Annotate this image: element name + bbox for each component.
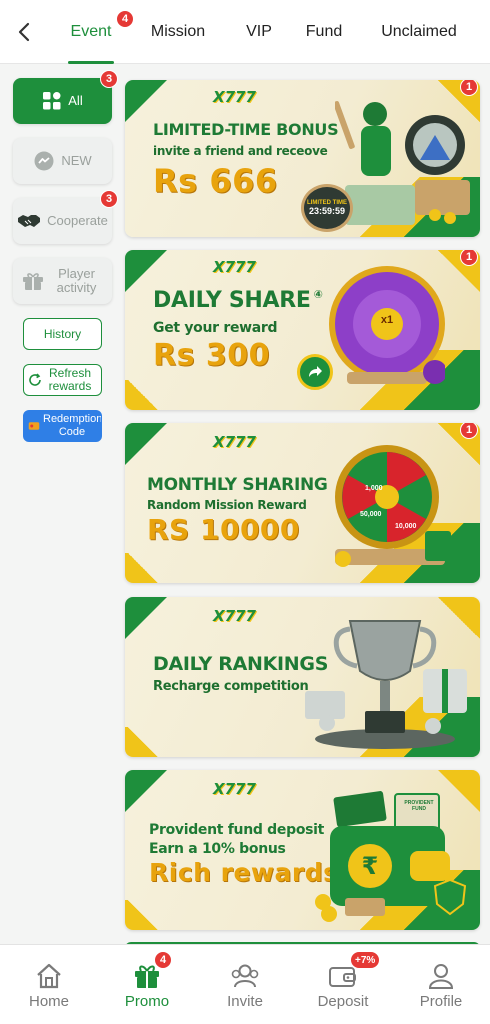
back-button[interactable]: [10, 18, 38, 46]
wheel-label: 1,000: [365, 485, 383, 492]
bottom-nav-deposit[interactable]: Deposit +7%: [294, 945, 392, 1024]
timer-value: 23:59:59: [308, 206, 346, 216]
category-sidebar: All 3 NEW Cooperate 3 Player activity Hi…: [0, 64, 120, 944]
x777-logo: X777: [213, 780, 256, 798]
share-arrow-icon: [309, 366, 322, 377]
banner-title: DAILY SHARE ④: [153, 288, 323, 313]
tab-vip-label: VIP: [246, 23, 272, 40]
wallet-illustration: ₹: [315, 791, 467, 922]
bottom-nav-home[interactable]: Home: [0, 945, 98, 1024]
bottom-nav-profile[interactable]: Profile: [392, 945, 490, 1024]
x777-logo: X777: [213, 607, 256, 625]
tab-bar: Event 4 Mission VIP Fund Unclaimed: [60, 0, 490, 64]
tab-mission-label: Mission: [150, 23, 206, 40]
bottom-nav-label: Home: [28, 993, 69, 1010]
tab-fund-label: Fund: [305, 23, 343, 40]
countdown-timer: LIMITED TIME 23:59:59: [301, 184, 353, 232]
history-button[interactable]: History: [23, 318, 102, 350]
sidebar-item-label: Cooperate: [47, 213, 108, 228]
redemption-code-button[interactable]: Redemption Code: [23, 410, 102, 442]
banner-title: MONTHLY SHARING: [147, 475, 328, 495]
chat-icon: [34, 151, 54, 171]
promo-banner-daily-share[interactable]: X777 DAILY SHARE ④ Get your reward Rs 300…: [125, 250, 480, 410]
sidebar-item-all[interactable]: All 3: [13, 70, 118, 124]
deposit-badge: +7%: [350, 951, 381, 969]
banner-title: DAILY RANKINGS: [153, 653, 329, 675]
share-arrow-button[interactable]: [297, 354, 333, 390]
banner-amount: Rs 300: [153, 338, 271, 373]
sidebar-item-label: NEW: [61, 153, 92, 168]
bottom-nav-label: Deposit: [317, 993, 369, 1010]
top-nav: Event 4 Mission VIP Fund Unclaimed: [0, 0, 490, 64]
banner-title: LIMITED-TIME BONUS: [153, 120, 339, 139]
bottom-nav: Home Promo 4 Invite Deposit +7% Profile: [0, 944, 490, 1024]
sidebar-cooperate-badge: 3: [100, 190, 118, 208]
ticket-icon: [28, 422, 40, 430]
refresh-icon: [29, 373, 41, 386]
banner-amount: Rs 666: [153, 162, 278, 200]
sidebar-all-badge: 3: [100, 70, 118, 88]
svg-text:₹: ₹: [362, 852, 379, 880]
banner-subtitle: Recharge competition: [153, 679, 309, 694]
banner-title: Provident fund deposit: [149, 822, 325, 838]
redemption-code-label: Redemption Code: [43, 413, 102, 438]
tab-vip[interactable]: VIP: [234, 0, 284, 64]
banner-title-mark: ④: [313, 288, 323, 301]
gift-icon: [22, 273, 43, 290]
bottom-nav-promo[interactable]: Promo 4: [98, 945, 196, 1024]
cricket-player-illustration: [335, 101, 470, 225]
promo-banner-daily-rankings[interactable]: X777 DAILY RANKINGS Recharge competition: [125, 597, 480, 757]
users-icon: [231, 964, 259, 988]
trophy-illustration: [305, 620, 467, 749]
wheel-center-label: x1: [380, 314, 394, 326]
user-icon: [428, 964, 454, 989]
wheel-label: 10,000: [395, 523, 417, 530]
tab-unclaimed[interactable]: Unclaimed: [364, 0, 474, 64]
promo-banner-limited-time-bonus[interactable]: X777 LIMITED-TIME BONUS invite a friend …: [125, 80, 480, 237]
sidebar-item-player-activity[interactable]: Player activity: [13, 258, 112, 304]
x777-logo: X777: [213, 88, 256, 106]
chevron-left-icon: [18, 22, 30, 42]
sidebar-item-label: All: [68, 93, 83, 108]
sidebar-item-new[interactable]: NEW: [13, 138, 112, 184]
banner-subtitle: Earn a 10% bonus: [149, 841, 286, 857]
x777-logo: X777: [213, 258, 256, 276]
banner-amount: Rich rewards: [149, 858, 339, 887]
promo-badge: 4: [154, 951, 172, 969]
prize-wheel-illustration: [329, 266, 445, 384]
sidebar-item-cooperate[interactable]: Cooperate 3: [13, 190, 118, 244]
promo-page: Event 4 Mission VIP Fund Unclaimed All 3…: [0, 0, 490, 1024]
banner-amount: RS 10000: [147, 513, 300, 546]
money-wheel-illustration: [335, 445, 451, 567]
promo-banner-monthly-sharing[interactable]: X777 MONTHLY SHARING Random Mission Rewa…: [125, 423, 480, 583]
grid-icon: [43, 92, 61, 110]
banner-subtitle: Random Mission Reward: [147, 498, 307, 512]
bottom-nav-label: Profile: [419, 993, 463, 1010]
bottom-nav-label: Promo: [124, 993, 170, 1010]
home-icon: [37, 963, 61, 989]
provident-fund-card-label: PROVIDENT FUND: [404, 800, 434, 812]
banner-subtitle: Get your reward: [153, 320, 278, 336]
tab-fund[interactable]: Fund: [284, 0, 364, 64]
tab-unclaimed-label: Unclaimed: [381, 23, 457, 40]
banner-subtitle: invite a friend and receove: [153, 144, 328, 158]
tab-event-label: Event: [70, 23, 112, 40]
banner-title-text: DAILY SHARE: [153, 288, 311, 313]
refresh-rewards-button[interactable]: Refresh rewards: [23, 364, 102, 396]
sidebar-item-label: Player activity: [56, 266, 97, 295]
bottom-nav-invite[interactable]: Invite: [196, 945, 294, 1024]
x777-logo: X777: [213, 433, 256, 451]
tab-mission[interactable]: Mission: [122, 0, 234, 64]
wheel-label: 50,000: [360, 511, 382, 518]
tab-event[interactable]: Event 4: [60, 0, 134, 64]
promo-banner-provident-fund[interactable]: X777 Provident fund deposit Earn a 10% b…: [125, 770, 480, 930]
handshake-icon: [18, 215, 41, 227]
bottom-nav-label: Invite: [227, 993, 263, 1010]
refresh-rewards-label: Refresh rewards: [48, 366, 92, 393]
history-label: History: [43, 326, 82, 341]
